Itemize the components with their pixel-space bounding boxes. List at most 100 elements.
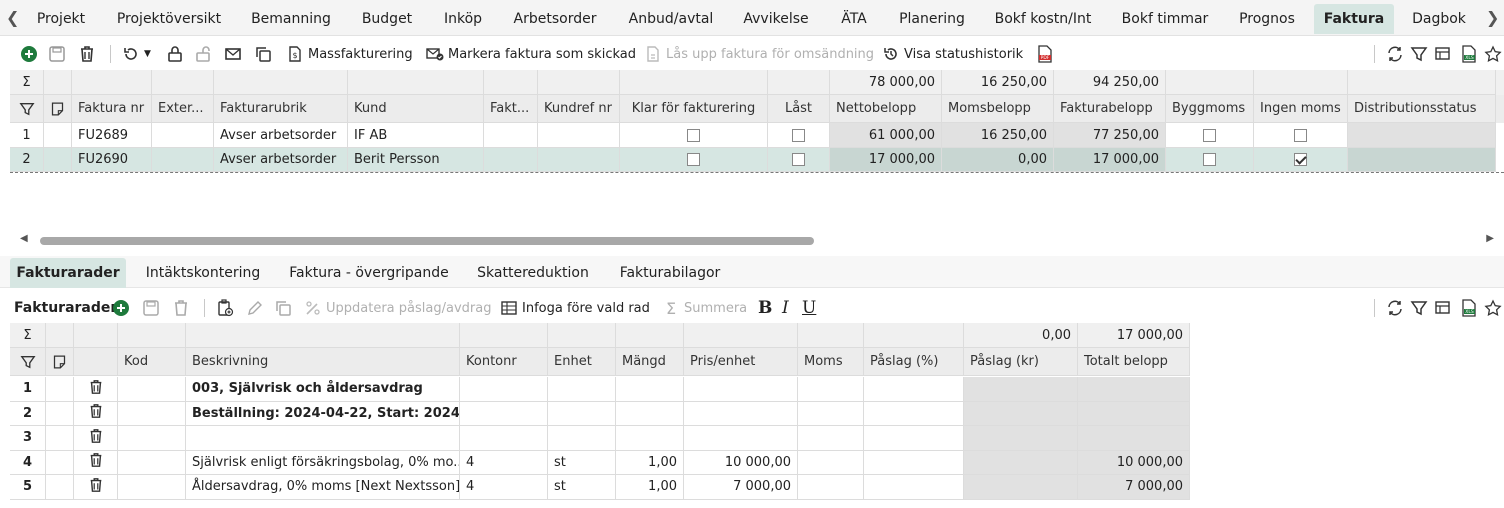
table-row[interactable]: 4 Självrisk enligt försäkringsbolag, 0% m… xyxy=(10,450,1190,475)
unlock-button[interactable] xyxy=(194,38,212,70)
cell-fakturarubrik[interactable]: Avser arbetsorder xyxy=(214,123,348,148)
table-row[interactable]: 1 003, Självrisk och åldersavdrag xyxy=(10,377,1190,402)
cell-kontonr[interactable] xyxy=(460,401,548,426)
tab-faktura[interactable]: Faktura xyxy=(1314,4,1394,34)
update-markup-button[interactable]: Uppdatera påslag/avdrag xyxy=(304,292,491,324)
tab-ata[interactable]: ÄTA xyxy=(828,4,880,34)
col-beskrivning[interactable]: Beskrivning xyxy=(186,348,460,376)
col-byggmoms[interactable]: Byggmoms xyxy=(1166,95,1254,123)
add-from-clipboard-button[interactable] xyxy=(216,292,234,324)
tab-projekt[interactable]: Projekt xyxy=(26,4,96,34)
col-fakturabelopp[interactable]: Fakturabelopp xyxy=(1054,95,1166,123)
cell-moms[interactable] xyxy=(798,475,864,500)
cell-kontonr[interactable]: 4 xyxy=(460,475,548,500)
cell-paslag-kr[interactable] xyxy=(964,450,1078,475)
cell-kod[interactable] xyxy=(118,377,186,402)
delete-row-button[interactable] xyxy=(74,426,118,451)
col-kundref[interactable]: Kundref nr xyxy=(538,95,620,123)
cell-mangd[interactable]: 1,00 xyxy=(616,450,684,475)
cell-enhet[interactable] xyxy=(548,426,616,451)
column-settings-button[interactable] xyxy=(1434,38,1452,70)
insert-before-button[interactable]: Infoga före vald rad xyxy=(500,292,650,324)
cell-pris-enhet[interactable]: 10 000,00 xyxy=(684,450,798,475)
col-extern[interactable]: Exter... xyxy=(152,95,214,123)
note-icon[interactable] xyxy=(46,348,74,376)
last-checkbox[interactable] xyxy=(792,153,805,166)
cell-mangd[interactable] xyxy=(616,426,684,451)
cell-kund[interactable]: Berit Persson xyxy=(348,148,484,172)
tab-dagbok[interactable]: Dagbok xyxy=(1402,4,1476,34)
save-button[interactable] xyxy=(48,38,66,70)
col-totalt-belopp[interactable]: Totalt belopp xyxy=(1078,348,1190,376)
add-line-button[interactable] xyxy=(112,292,130,324)
tab-projektoversikt[interactable]: Projektöversikt xyxy=(106,4,232,34)
col-kontonr[interactable]: Kontonr xyxy=(460,348,548,376)
cell-pris-enhet[interactable] xyxy=(684,377,798,402)
col-nettobelopp[interactable]: Nettobelopp xyxy=(830,95,942,123)
favorite-button[interactable] xyxy=(1484,292,1502,324)
cell-kod[interactable] xyxy=(118,450,186,475)
cell-totalt-belopp[interactable] xyxy=(1078,426,1190,451)
klar-checkbox[interactable] xyxy=(687,153,700,166)
col-enhet[interactable]: Enhet xyxy=(548,348,616,376)
col-pris-enhet[interactable]: Pris/enhet xyxy=(684,348,798,376)
scrollbar-thumb[interactable] xyxy=(40,237,814,245)
col-kund[interactable]: Kund xyxy=(348,95,484,123)
klar-checkbox[interactable] xyxy=(687,128,700,142)
tab-prognos[interactable]: Prognos xyxy=(1228,4,1306,34)
copy-line-button[interactable] xyxy=(274,292,292,324)
cell-kontonr[interactable] xyxy=(460,426,548,451)
tab-skattereduktion[interactable]: Skattereduktion xyxy=(466,258,600,288)
delete-row-button[interactable] xyxy=(74,401,118,426)
cell-pris-enhet[interactable] xyxy=(684,401,798,426)
italic-button[interactable]: I xyxy=(782,292,789,324)
refresh-button[interactable] xyxy=(1386,38,1404,70)
col-paslag-kr[interactable]: Påslag (kr) xyxy=(964,348,1078,376)
col-ingenmoms[interactable]: Ingen moms xyxy=(1254,95,1348,123)
table-row[interactable]: 5 Åldersavdrag, 0% moms [Next Nextsson] 4 s… xyxy=(10,475,1190,500)
cell-pris-enhet[interactable]: 7 000,00 xyxy=(684,475,798,500)
table-row[interactable]: 3 xyxy=(10,426,1190,451)
edit-line-button[interactable] xyxy=(246,292,264,324)
bold-button[interactable]: B xyxy=(758,292,772,324)
underline-button[interactable]: U xyxy=(802,292,816,324)
column-settings-button[interactable] xyxy=(1434,292,1452,324)
table-row[interactable]: 2 FU2690 Avser arbetsorder Berit Persson… xyxy=(10,148,1504,173)
cell-kod[interactable] xyxy=(118,475,186,500)
cell-fakturarubrik[interactable]: Avser arbetsorder xyxy=(214,148,348,172)
col-kod[interactable]: Kod xyxy=(118,348,186,376)
delete-row-button[interactable] xyxy=(74,450,118,475)
tab-intaktskontering[interactable]: Intäktskontering xyxy=(136,258,270,288)
tab-bokf-timmar[interactable]: Bokf timmar xyxy=(1112,4,1218,34)
col-klar[interactable]: Klar för fakturering xyxy=(620,95,768,123)
tab-bokf-kostn[interactable]: Bokf kostn/Int xyxy=(984,4,1102,34)
cell-totalt-belopp[interactable] xyxy=(1078,401,1190,426)
delete-button[interactable] xyxy=(78,38,96,70)
history-dropdown[interactable]: ▼ xyxy=(122,38,151,70)
tab-faktura-overgripande[interactable]: Faktura - övergripande xyxy=(282,258,456,288)
filter-button[interactable] xyxy=(1410,38,1428,70)
pdf-export-button[interactable]: PDF xyxy=(1036,38,1054,70)
cell-enhet[interactable] xyxy=(548,377,616,402)
email-button[interactable] xyxy=(224,38,242,70)
save-line-button[interactable] xyxy=(142,292,160,324)
cell-paslag-kr[interactable] xyxy=(964,401,1078,426)
delete-line-button[interactable] xyxy=(172,292,190,324)
col-mangd[interactable]: Mängd xyxy=(616,348,684,376)
massfakturering-button[interactable]: $ Massfakturering xyxy=(286,38,413,70)
cell-paslag-procent[interactable] xyxy=(864,426,964,451)
cell-kontonr[interactable]: 4 xyxy=(460,450,548,475)
tab-avvikelse[interactable]: Avvikelse xyxy=(734,4,818,34)
cell-fakturanr[interactable]: FU2690 xyxy=(72,148,152,172)
cell-moms[interactable] xyxy=(798,450,864,475)
cell-mangd[interactable]: 1,00 xyxy=(616,475,684,500)
cell-beskrivning[interactable]: Beställning: 2024-04-22, Start: 2024-... xyxy=(186,401,460,426)
cell-paslag-procent[interactable] xyxy=(864,475,964,500)
cell-paslag-kr[interactable] xyxy=(964,426,1078,451)
col-fakt[interactable]: Fakt... xyxy=(484,95,538,123)
cell-beskrivning[interactable]: Åldersavdrag, 0% moms [Next Nextsson] xyxy=(186,475,460,500)
scroll-left-icon[interactable]: ◀ xyxy=(20,233,28,244)
summera-button[interactable]: Σ Summera xyxy=(662,292,747,324)
add-invoice-button[interactable] xyxy=(20,38,38,70)
cell-kund[interactable]: IF AB xyxy=(348,123,484,148)
